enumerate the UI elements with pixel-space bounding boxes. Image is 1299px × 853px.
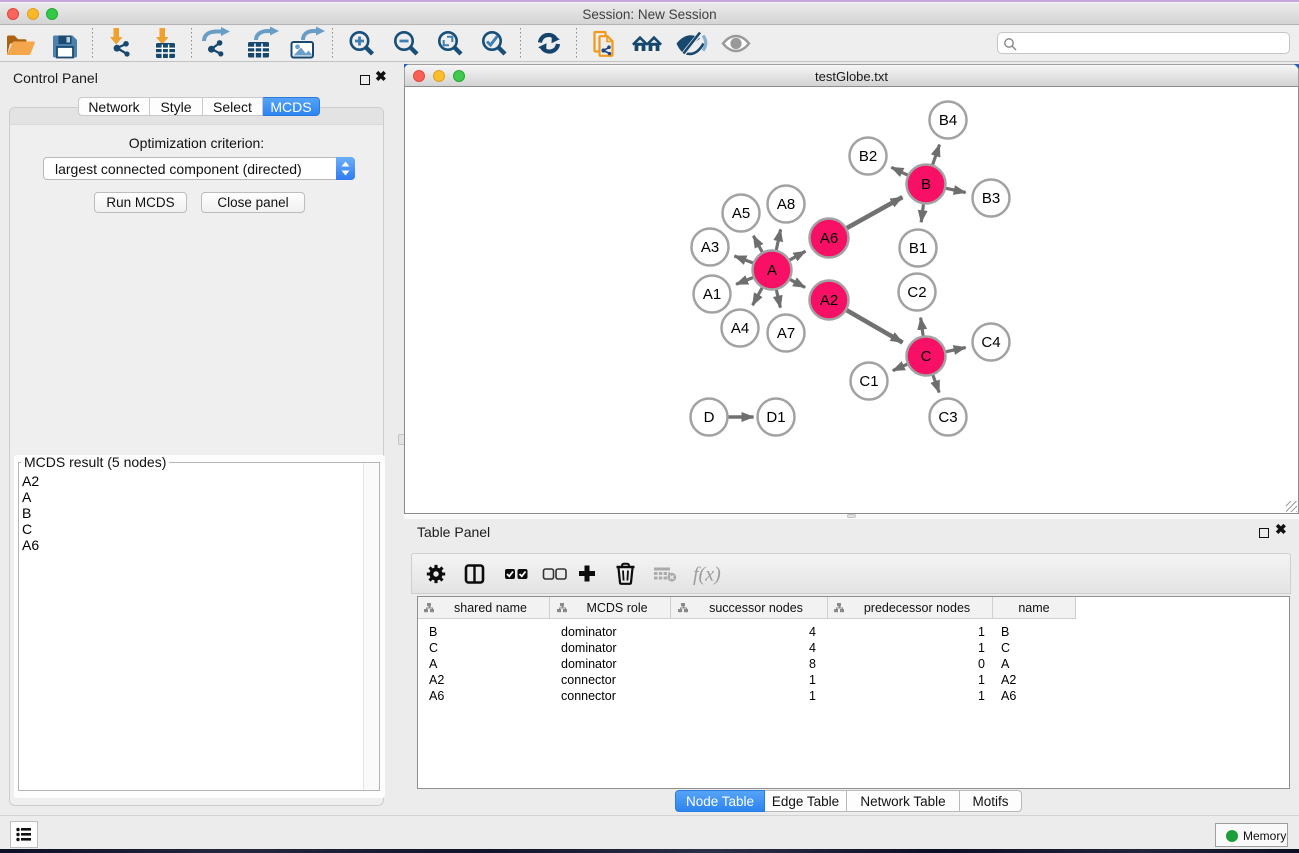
svg-text:C: C	[921, 348, 932, 365]
svg-text:D1: D1	[766, 409, 785, 426]
svg-text:C2: C2	[907, 284, 926, 301]
svg-text:A2: A2	[820, 292, 838, 309]
svg-text:A5: A5	[732, 205, 750, 222]
svg-text:C3: C3	[938, 409, 957, 426]
svg-text:C1: C1	[859, 373, 878, 390]
svg-text:B1: B1	[909, 240, 927, 257]
svg-text:A4: A4	[731, 320, 749, 337]
svg-text:f(x): f(x)	[693, 564, 721, 586]
svg-text:B4: B4	[939, 112, 957, 129]
svg-text:A: A	[767, 262, 777, 279]
svg-text:A1: A1	[703, 286, 721, 303]
svg-text:B3: B3	[982, 190, 1000, 207]
svg-text:A8: A8	[777, 196, 795, 213]
svg-text:B2: B2	[859, 148, 877, 165]
svg-text:D: D	[704, 409, 715, 426]
svg-text:C4: C4	[981, 334, 1000, 351]
svg-text:A6: A6	[820, 230, 838, 247]
svg-text:A7: A7	[777, 325, 795, 342]
svg-text:B: B	[921, 176, 931, 193]
svg-text:A3: A3	[701, 239, 719, 256]
